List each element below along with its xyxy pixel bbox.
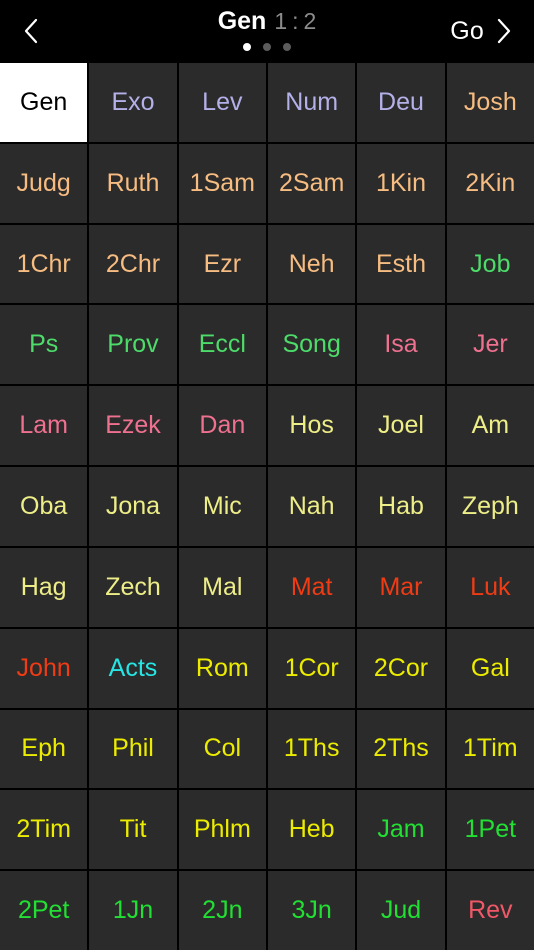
current-book-label: Gen	[217, 6, 267, 35]
book-cell-1kin[interactable]: 1Kin	[357, 143, 445, 223]
book-cell-zech[interactable]: Zech	[89, 547, 177, 627]
book-cell-mic[interactable]: Mic	[178, 467, 266, 546]
current-chapter-verse: 1 : 2	[274, 7, 317, 34]
current-verse: 2	[303, 7, 317, 34]
book-cell-acts[interactable]: Acts	[89, 628, 177, 708]
book-cell-2cor[interactable]: 2Cor	[357, 628, 445, 708]
book-cell-ezek[interactable]: Ezek	[89, 386, 177, 466]
book-cell-1cor[interactable]: 1Cor	[268, 628, 356, 708]
book-cell-2tim[interactable]: 2Tim	[0, 790, 88, 870]
back-button[interactable]	[22, 9, 40, 53]
book-cell-john[interactable]: John	[0, 628, 88, 708]
go-button-label: Go	[450, 16, 484, 45]
book-cell-jud[interactable]: Jud	[357, 871, 445, 950]
book-cell-luk[interactable]: Luk	[446, 547, 534, 627]
bible-book-picker-screen: Gen 1 : 2 Go Gen Exo Lev Num Deu Josh Judg Ruth…	[0, 0, 534, 950]
book-cell-ezr[interactable]: Ezr	[178, 224, 266, 304]
book-cell-judg[interactable]: Judg	[0, 143, 88, 223]
book-cell-prov[interactable]: Prov	[89, 305, 177, 385]
book-cell-col[interactable]: Col	[178, 709, 266, 789]
go-button[interactable]: Go	[450, 9, 512, 53]
book-cell-phlm[interactable]: Phlm	[178, 790, 266, 870]
book-cell-nah[interactable]: Nah	[268, 467, 356, 546]
book-cell-am[interactable]: Am	[446, 386, 534, 466]
book-cell-isa[interactable]: Isa	[357, 305, 445, 385]
book-cell-neh[interactable]: Neh	[268, 224, 356, 304]
book-cell-exo[interactable]: Exo	[89, 63, 177, 142]
book-cell-2kin[interactable]: 2Kin	[446, 143, 534, 223]
app-header: Gen 1 : 2 Go	[0, 0, 534, 62]
book-cell-hos[interactable]: Hos	[268, 386, 356, 466]
book-cell-dan[interactable]: Dan	[178, 386, 266, 466]
book-cell-ruth[interactable]: Ruth	[89, 143, 177, 223]
chevron-left-icon	[22, 16, 40, 46]
page-dot-3[interactable]	[283, 42, 291, 51]
book-cell-2chr[interactable]: 2Chr	[89, 224, 177, 304]
chevron-right-icon	[494, 16, 512, 46]
book-cell-phil[interactable]: Phil	[89, 709, 177, 789]
book-cell-jona[interactable]: Jona	[89, 467, 177, 546]
book-cell-rev[interactable]: Rev	[446, 871, 534, 950]
book-cell-gen[interactable]: Gen	[0, 63, 88, 142]
book-cell-num[interactable]: Num	[268, 63, 356, 142]
book-cell-eccl[interactable]: Eccl	[178, 305, 266, 385]
book-cell-hab[interactable]: Hab	[357, 467, 445, 546]
book-cell-mat[interactable]: Mat	[268, 547, 356, 627]
reference-separator: :	[292, 7, 299, 34]
book-cell-josh[interactable]: Josh	[446, 63, 534, 142]
book-cell-2pet[interactable]: 2Pet	[0, 871, 88, 950]
book-cell-2jn[interactable]: 2Jn	[178, 871, 266, 950]
book-cell-2ths[interactable]: 2Ths	[357, 709, 445, 789]
book-cell-mal[interactable]: Mal	[178, 547, 266, 627]
book-cell-2sam[interactable]: 2Sam	[268, 143, 356, 223]
book-cell-job[interactable]: Job	[446, 224, 534, 304]
book-cell-gal[interactable]: Gal	[446, 628, 534, 708]
book-cell-joel[interactable]: Joel	[357, 386, 445, 466]
book-cell-heb[interactable]: Heb	[268, 790, 356, 870]
book-cell-1ths[interactable]: 1Ths	[268, 709, 356, 789]
page-indicator	[243, 42, 291, 51]
book-cell-hag[interactable]: Hag	[0, 547, 88, 627]
book-cell-1jn[interactable]: 1Jn	[89, 871, 177, 950]
book-cell-1sam[interactable]: 1Sam	[178, 143, 266, 223]
book-cell-tit[interactable]: Tit	[89, 790, 177, 870]
book-cell-zeph[interactable]: Zeph	[446, 467, 534, 546]
book-cell-lev[interactable]: Lev	[178, 63, 266, 142]
book-cell-1pet[interactable]: 1Pet	[446, 790, 534, 870]
book-cell-esth[interactable]: Esth	[357, 224, 445, 304]
book-cell-ps[interactable]: Ps	[0, 305, 88, 385]
book-cell-song[interactable]: Song	[268, 305, 356, 385]
current-chapter: 1	[274, 7, 288, 34]
book-cell-1tim[interactable]: 1Tim	[446, 709, 534, 789]
book-cell-mar[interactable]: Mar	[357, 547, 445, 627]
book-grid: Gen Exo Lev Num Deu Josh Judg Ruth 1Sam 2Sam 1Kin 2…	[0, 62, 534, 950]
book-cell-deu[interactable]: Deu	[357, 63, 445, 142]
book-cell-jam[interactable]: Jam	[357, 790, 445, 870]
book-cell-3jn[interactable]: 3Jn	[268, 871, 356, 950]
book-cell-rom[interactable]: Rom	[178, 628, 266, 708]
book-cell-lam[interactable]: Lam	[0, 386, 88, 466]
book-cell-eph[interactable]: Eph	[0, 709, 88, 789]
page-dot-1[interactable]	[243, 42, 251, 51]
book-cell-oba[interactable]: Oba	[0, 467, 88, 546]
book-cell-jer[interactable]: Jer	[446, 305, 534, 385]
page-dot-2[interactable]	[263, 42, 271, 51]
current-reference: Gen 1 : 2	[217, 6, 317, 35]
book-cell-1chr[interactable]: 1Chr	[0, 224, 88, 304]
